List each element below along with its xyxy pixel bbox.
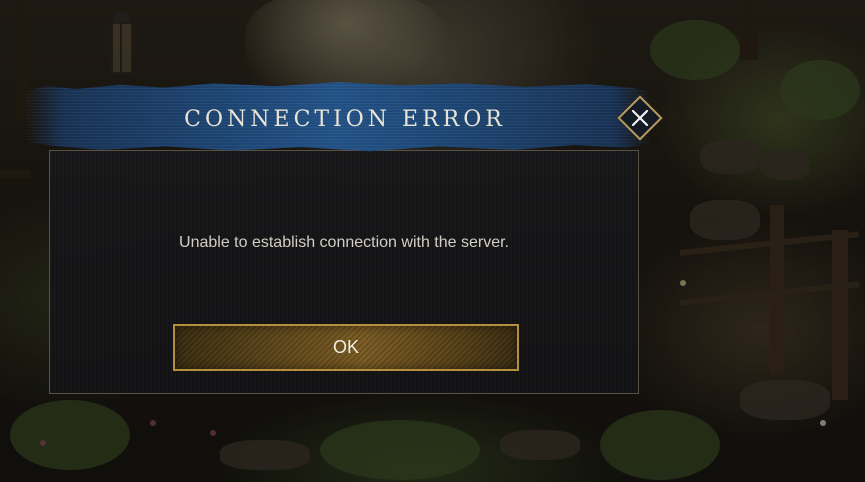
close-button[interactable] [617,95,663,141]
error-message: Unable to establish connection with the … [179,234,509,251]
dialog-title: CONNECTION ERROR [184,107,506,132]
ok-button[interactable]: OK [173,324,519,371]
close-icon [631,109,649,127]
